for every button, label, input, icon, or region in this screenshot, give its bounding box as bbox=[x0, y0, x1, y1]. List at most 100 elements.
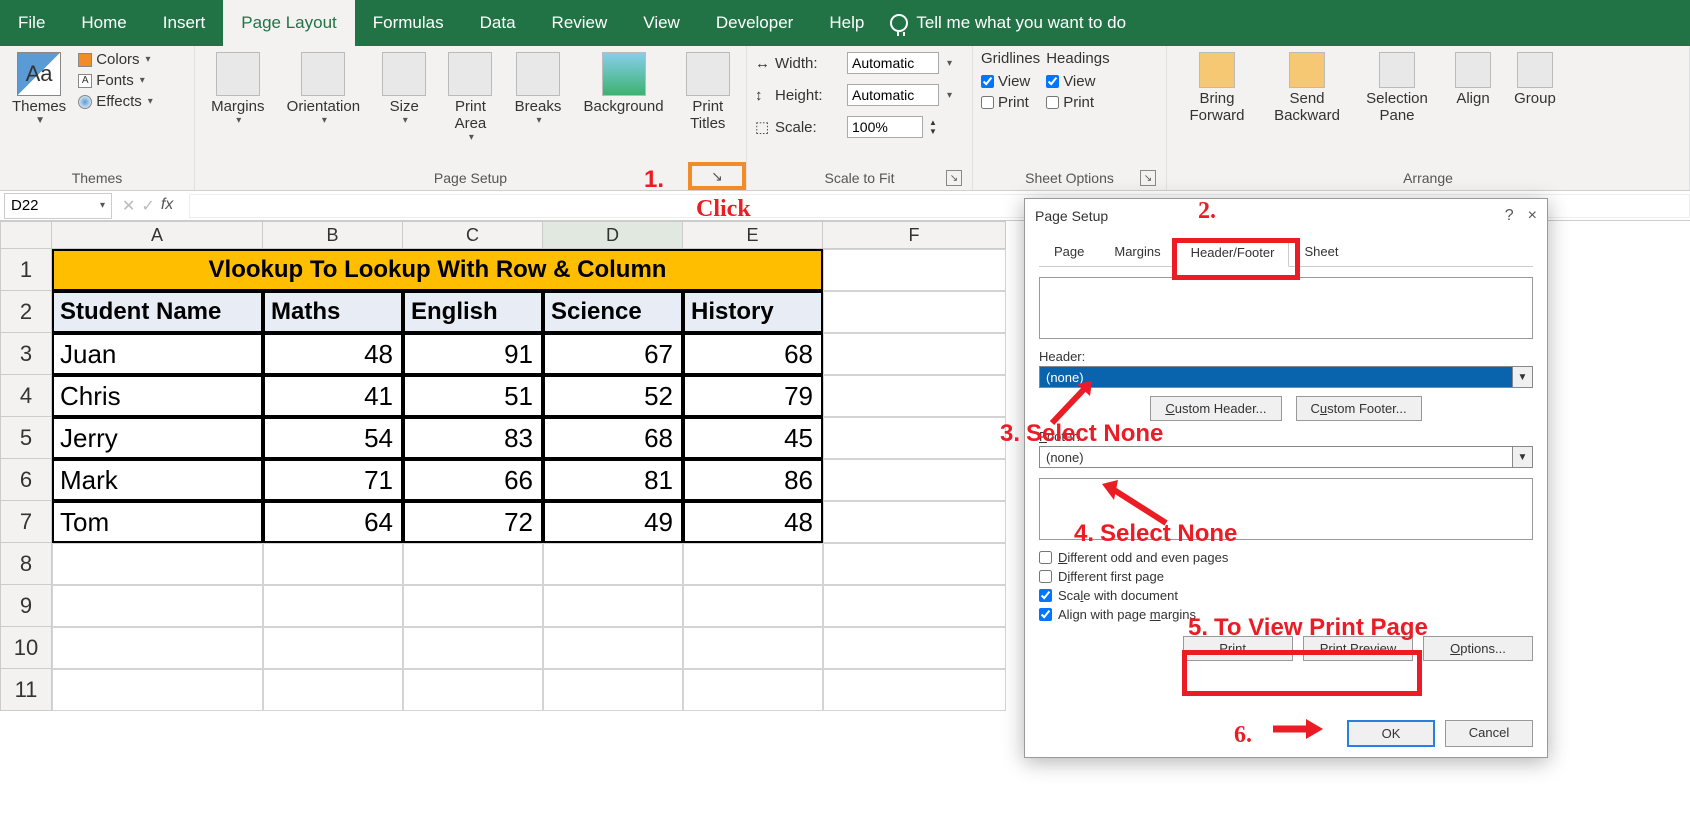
cancel-button[interactable]: Cancel bbox=[1445, 720, 1533, 747]
cell[interactable] bbox=[543, 543, 683, 585]
scaledoc-checkbox[interactable]: Scale with document bbox=[1039, 588, 1533, 603]
row-header[interactable]: 7 bbox=[0, 501, 52, 543]
menu-insert[interactable]: Insert bbox=[145, 0, 224, 46]
cell[interactable] bbox=[823, 459, 1006, 501]
cell[interactable] bbox=[403, 669, 543, 711]
menu-data[interactable]: Data bbox=[462, 0, 534, 46]
menu-help[interactable]: Help bbox=[811, 0, 882, 46]
tab-sheet[interactable]: Sheet bbox=[1289, 237, 1353, 266]
cell[interactable]: 79 bbox=[683, 375, 823, 417]
tab-margins[interactable]: Margins bbox=[1099, 237, 1175, 266]
cell[interactable] bbox=[52, 627, 263, 669]
row-header[interactable]: 4 bbox=[0, 375, 52, 417]
col-header-d[interactable]: D bbox=[543, 221, 683, 249]
row-header[interactable]: 6 bbox=[0, 459, 52, 501]
row-header[interactable]: 3 bbox=[0, 333, 52, 375]
col-header-f[interactable]: F bbox=[823, 221, 1006, 249]
footer-combo-arrow[interactable]: ▼ bbox=[1513, 446, 1533, 468]
menu-file[interactable]: File bbox=[0, 0, 63, 46]
height-input[interactable] bbox=[847, 84, 939, 106]
name-box[interactable]: D22▾ bbox=[4, 193, 112, 219]
background-button[interactable]: Background bbox=[580, 50, 668, 117]
row-header-1[interactable]: 1 bbox=[0, 249, 52, 291]
cell[interactable] bbox=[683, 585, 823, 627]
print-button[interactable]: Print... bbox=[1183, 636, 1293, 661]
cell[interactable] bbox=[683, 543, 823, 585]
header-cell[interactable]: Student Name bbox=[52, 291, 263, 333]
title-cell[interactable]: Vlookup To Lookup With Row & Column bbox=[52, 249, 823, 291]
cell[interactable]: 51 bbox=[403, 375, 543, 417]
cell[interactable] bbox=[403, 543, 543, 585]
row-header[interactable]: 9 bbox=[0, 585, 52, 627]
colors-button[interactable]: Colors▾ bbox=[76, 50, 155, 69]
cell[interactable]: 72 bbox=[403, 501, 543, 543]
align-button[interactable]: Align bbox=[1445, 50, 1501, 109]
footer-combo[interactable]: (none) bbox=[1039, 446, 1513, 468]
row-header[interactable]: 11 bbox=[0, 669, 52, 711]
cell[interactable]: 68 bbox=[543, 417, 683, 459]
cell[interactable]: Juan bbox=[52, 333, 263, 375]
header-cell[interactable]: Science bbox=[543, 291, 683, 333]
headings-view-checkbox[interactable]: View bbox=[1046, 73, 1109, 90]
menu-formulas[interactable]: Formulas bbox=[355, 0, 462, 46]
header-cell[interactable]: Maths bbox=[263, 291, 403, 333]
cell[interactable]: Jerry bbox=[52, 417, 263, 459]
headings-print-checkbox[interactable]: Print bbox=[1046, 94, 1109, 111]
cell[interactable]: 45 bbox=[683, 417, 823, 459]
selection-pane-button[interactable]: Selection Pane bbox=[1355, 50, 1439, 126]
cell[interactable]: Mark bbox=[52, 459, 263, 501]
menu-developer[interactable]: Developer bbox=[698, 0, 812, 46]
tab-page[interactable]: Page bbox=[1039, 237, 1099, 266]
menu-view[interactable]: View bbox=[625, 0, 698, 46]
cell[interactable] bbox=[823, 543, 1006, 585]
header-combo-arrow[interactable]: ▼ bbox=[1513, 366, 1533, 388]
tell-me[interactable]: Tell me what you want to do bbox=[890, 13, 1126, 33]
firstpage-checkbox[interactable]: Different first page bbox=[1039, 569, 1533, 584]
themes-button[interactable]: Aa Themes ▼ bbox=[8, 50, 70, 128]
menu-home[interactable]: Home bbox=[63, 0, 144, 46]
pagesetup-launcher[interactable]: ↘ bbox=[688, 162, 746, 190]
col-header-c[interactable]: C bbox=[403, 221, 543, 249]
custom-footer-button[interactable]: Custom Footer... bbox=[1296, 396, 1422, 421]
close-button[interactable]: × bbox=[1528, 207, 1537, 225]
cell[interactable] bbox=[403, 627, 543, 669]
cell[interactable] bbox=[823, 249, 1006, 291]
cell[interactable]: Chris bbox=[52, 375, 263, 417]
cell[interactable]: 54 bbox=[263, 417, 403, 459]
cell[interactable] bbox=[263, 669, 403, 711]
menu-review[interactable]: Review bbox=[534, 0, 626, 46]
cell[interactable]: 71 bbox=[263, 459, 403, 501]
header-cell[interactable]: History bbox=[683, 291, 823, 333]
cell[interactable] bbox=[823, 585, 1006, 627]
gridlines-view-checkbox[interactable]: View bbox=[981, 73, 1040, 90]
cell[interactable] bbox=[823, 501, 1006, 543]
cell[interactable]: 83 bbox=[403, 417, 543, 459]
col-header-a[interactable]: A bbox=[52, 221, 263, 249]
cell[interactable] bbox=[52, 669, 263, 711]
size-button[interactable]: Size▾ bbox=[378, 50, 430, 128]
cell[interactable]: 64 bbox=[263, 501, 403, 543]
oddeven-checkbox[interactable]: Different odd and even pages bbox=[1039, 550, 1533, 565]
cell[interactable] bbox=[823, 291, 1006, 333]
row-header-2[interactable]: 2 bbox=[0, 291, 52, 333]
printarea-button[interactable]: Print Area▾ bbox=[444, 50, 496, 145]
menu-pagelayout[interactable]: Page Layout bbox=[223, 0, 354, 46]
cell[interactable] bbox=[683, 627, 823, 669]
ok-button[interactable]: OK bbox=[1347, 720, 1435, 747]
cell[interactable] bbox=[263, 585, 403, 627]
cell[interactable] bbox=[52, 585, 263, 627]
header-combo[interactable]: (none) bbox=[1039, 366, 1513, 388]
tab-headerfooter[interactable]: Header/Footer bbox=[1176, 238, 1290, 267]
row-header[interactable]: 5 bbox=[0, 417, 52, 459]
cell[interactable]: 48 bbox=[263, 333, 403, 375]
cell[interactable] bbox=[683, 669, 823, 711]
col-header-b[interactable]: B bbox=[263, 221, 403, 249]
cancel-formula-icon[interactable]: ✕ bbox=[122, 196, 135, 216]
orientation-button[interactable]: Orientation▾ bbox=[283, 50, 364, 128]
header-cell[interactable]: English bbox=[403, 291, 543, 333]
fx-icon[interactable]: fx bbox=[161, 196, 173, 216]
cell[interactable]: Tom bbox=[52, 501, 263, 543]
cell[interactable] bbox=[823, 333, 1006, 375]
cell[interactable]: 91 bbox=[403, 333, 543, 375]
width-input[interactable] bbox=[847, 52, 939, 74]
